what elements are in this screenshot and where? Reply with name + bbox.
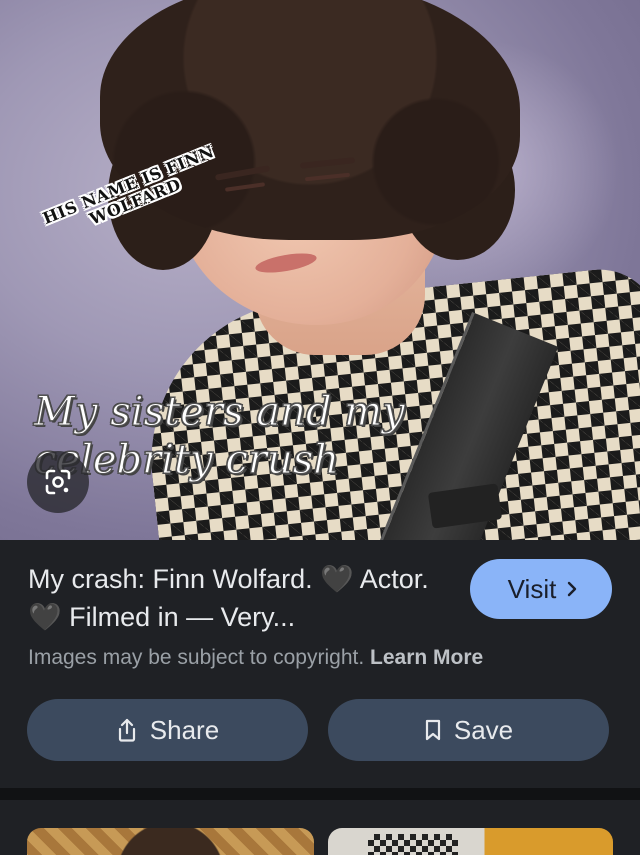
related-images <box>0 800 640 855</box>
visit-label: Visit <box>507 573 557 604</box>
overlay-caption-big: My sisters and my celebrity crush <box>34 389 406 484</box>
save-label: Save <box>453 714 514 745</box>
visit-button[interactable]: Visit <box>470 559 612 619</box>
section-divider <box>0 788 640 800</box>
bookmark-icon <box>425 719 440 741</box>
chevron-right-icon <box>568 581 577 597</box>
copyright-text: Images may be subject to copyright. <box>28 646 365 669</box>
related-image-thumbnail[interactable] <box>27 828 314 855</box>
result-title[interactable]: My crash: Finn Wolfard. 🖤 Actor. 🖤 Filme… <box>28 560 438 636</box>
result-image[interactable]: HIS NAME IS FINN WOLFARD My sisters and … <box>0 0 640 540</box>
google-lens-icon <box>45 469 71 495</box>
learn-more-link[interactable]: Learn More <box>370 646 483 669</box>
related-image-thumbnail[interactable] <box>328 828 613 855</box>
copyright-notice: Images may be subject to copyright. Lear… <box>28 644 618 672</box>
result-info-panel: My crash: Finn Wolfard. 🖤 Actor. 🖤 Filme… <box>0 540 640 788</box>
share-label: Share <box>149 714 220 745</box>
share-icon <box>118 718 135 742</box>
lens-button[interactable] <box>27 451 89 513</box>
image-result-viewer: HIS NAME IS FINN WOLFARD My sisters and … <box>0 0 640 855</box>
hair <box>100 0 520 240</box>
save-button[interactable]: Save <box>328 699 609 761</box>
share-button[interactable]: Share <box>27 699 308 761</box>
